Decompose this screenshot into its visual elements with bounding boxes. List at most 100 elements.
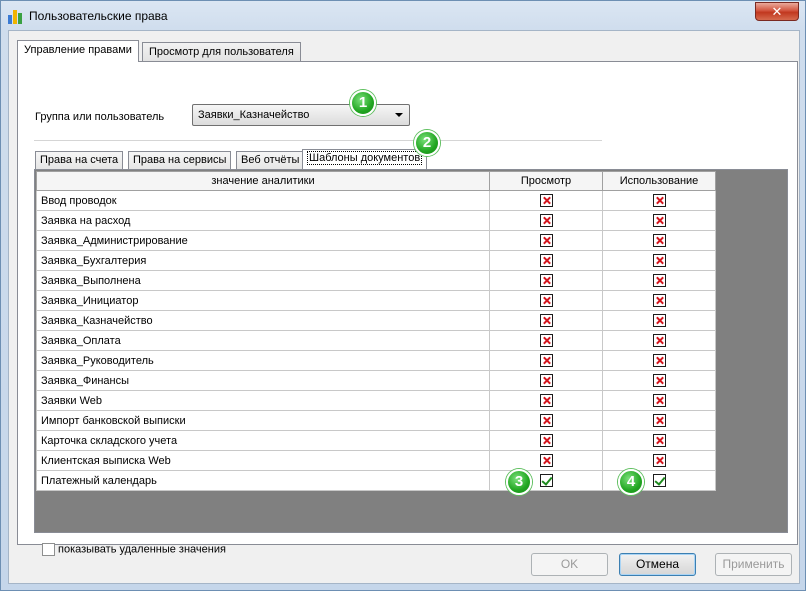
denied-cross-icon[interactable] bbox=[652, 274, 666, 287]
tab-web-reports[interactable]: Веб отчёты bbox=[236, 151, 305, 169]
view-permission-cell bbox=[489, 430, 603, 451]
denied-cross-icon[interactable] bbox=[652, 374, 666, 387]
denied-cross-icon[interactable] bbox=[652, 194, 666, 207]
table-row[interactable]: Импорт банковской выписки bbox=[36, 410, 716, 431]
view-permission-cell bbox=[489, 230, 603, 251]
allowed-check-icon[interactable] bbox=[652, 474, 666, 487]
denied-cross-icon[interactable] bbox=[539, 214, 553, 227]
denied-cross-icon[interactable] bbox=[539, 314, 553, 327]
group-selected-value: Заявки_Казначейство bbox=[198, 109, 310, 121]
use-permission-cell bbox=[602, 230, 716, 251]
denied-cross-icon[interactable] bbox=[652, 214, 666, 227]
view-permission-cell bbox=[489, 210, 603, 231]
denied-cross-icon[interactable] bbox=[539, 294, 553, 307]
tab-rights-management[interactable]: Управление правами bbox=[17, 40, 139, 62]
table-row[interactable]: Заявка_Финансы bbox=[36, 370, 716, 391]
row-name: Ввод проводок bbox=[36, 190, 490, 211]
denied-cross-icon[interactable] bbox=[652, 354, 666, 367]
table-row[interactable]: Платежный календарь bbox=[36, 470, 716, 491]
close-button[interactable]: ✕ bbox=[755, 2, 799, 21]
use-permission-cell bbox=[602, 250, 716, 271]
view-permission-cell bbox=[489, 310, 603, 331]
title-bar[interactable]: Пользовательские права ✕ bbox=[1, 1, 805, 31]
table-row[interactable]: Заявка_Бухгалтерия bbox=[36, 250, 716, 271]
use-permission-cell bbox=[602, 370, 716, 391]
use-permission-cell bbox=[602, 290, 716, 311]
row-name: Платежный календарь bbox=[36, 470, 490, 491]
group-user-select[interactable]: Заявки_Казначейство bbox=[192, 104, 410, 126]
denied-cross-icon[interactable] bbox=[652, 394, 666, 407]
view-permission-cell bbox=[489, 290, 603, 311]
use-permission-cell bbox=[602, 410, 716, 431]
window-title: Пользовательские права bbox=[29, 9, 168, 23]
denied-cross-icon[interactable] bbox=[539, 394, 553, 407]
cancel-button[interactable]: Отмена bbox=[619, 553, 696, 576]
show-deleted-checkbox[interactable] bbox=[42, 543, 55, 556]
denied-cross-icon[interactable] bbox=[539, 374, 553, 387]
allowed-check-icon[interactable] bbox=[539, 474, 553, 487]
table-row[interactable]: Заявка_Руководитель bbox=[36, 350, 716, 371]
denied-cross-icon[interactable] bbox=[652, 334, 666, 347]
denied-cross-icon[interactable] bbox=[539, 434, 553, 447]
table-row[interactable]: Клиентская выписка Web bbox=[36, 450, 716, 471]
callout-badge-2: 2 bbox=[414, 130, 440, 156]
view-permission-cell bbox=[489, 370, 603, 391]
denied-cross-icon[interactable] bbox=[539, 334, 553, 347]
denied-cross-icon[interactable] bbox=[652, 434, 666, 447]
row-name: Заявка_Финансы bbox=[36, 370, 490, 391]
column-header-usage[interactable]: Использование bbox=[602, 171, 716, 191]
dialog-client-area: Управление правами Просмотр для пользова… bbox=[8, 30, 800, 584]
tab-user-view[interactable]: Просмотр для пользователя bbox=[142, 42, 301, 61]
tab-document-templates[interactable]: Шаблоны документов bbox=[302, 149, 428, 169]
view-permission-cell bbox=[489, 350, 603, 371]
denied-cross-icon[interactable] bbox=[652, 294, 666, 307]
row-name: Заявка_Выполнена bbox=[36, 270, 490, 291]
table-row[interactable]: Заявка_Выполнена bbox=[36, 270, 716, 291]
separator-line bbox=[34, 140, 602, 141]
table-row[interactable]: Заявка_Оплата bbox=[36, 330, 716, 351]
row-name: Заявка_Казначейство bbox=[36, 310, 490, 331]
view-permission-cell bbox=[489, 390, 603, 411]
table-row[interactable]: Заявка_Администрирование bbox=[36, 230, 716, 251]
denied-cross-icon[interactable] bbox=[539, 254, 553, 267]
table-row[interactable]: Заявка_Казначейство bbox=[36, 310, 716, 331]
ok-button[interactable]: OK bbox=[531, 553, 608, 576]
denied-cross-icon[interactable] bbox=[652, 414, 666, 427]
denied-cross-icon[interactable] bbox=[652, 314, 666, 327]
use-permission-cell bbox=[602, 350, 716, 371]
use-permission-cell bbox=[602, 450, 716, 471]
row-name: Карточка складского учета bbox=[36, 430, 490, 451]
apply-button[interactable]: Применить bbox=[715, 553, 792, 576]
row-name: Импорт банковской выписки bbox=[36, 410, 490, 431]
tab-account-rights[interactable]: Права на счета bbox=[35, 151, 124, 169]
denied-cross-icon[interactable] bbox=[539, 274, 553, 287]
column-header-view[interactable]: Просмотр bbox=[489, 171, 603, 191]
denied-cross-icon[interactable] bbox=[652, 454, 666, 467]
denied-cross-icon[interactable] bbox=[539, 234, 553, 247]
use-permission-cell bbox=[602, 210, 716, 231]
table-row[interactable]: Заявка_Инициатор bbox=[36, 290, 716, 311]
callout-badge-3: 3 bbox=[506, 469, 532, 495]
denied-cross-icon[interactable] bbox=[539, 414, 553, 427]
rights-grid: значение аналитики Просмотр Использовани… bbox=[36, 171, 716, 491]
callout-badge-4: 4 bbox=[618, 469, 644, 495]
tab-document-templates-label: Шаблоны документов bbox=[307, 151, 423, 165]
show-deleted-option[interactable]: показывать удаленные значения bbox=[42, 543, 226, 556]
column-header-analytic-value[interactable]: значение аналитики bbox=[36, 171, 490, 191]
denied-cross-icon[interactable] bbox=[539, 354, 553, 367]
table-row[interactable]: Карточка складского учета bbox=[36, 430, 716, 451]
denied-cross-icon[interactable] bbox=[539, 194, 553, 207]
view-permission-cell bbox=[489, 190, 603, 211]
table-row[interactable]: Заявки Web bbox=[36, 390, 716, 411]
use-permission-cell bbox=[602, 430, 716, 451]
denied-cross-icon[interactable] bbox=[652, 234, 666, 247]
use-permission-cell bbox=[602, 190, 716, 211]
table-row[interactable]: Заявка на расход bbox=[36, 210, 716, 231]
denied-cross-icon[interactable] bbox=[539, 454, 553, 467]
row-name: Заявка_Оплата bbox=[36, 330, 490, 351]
denied-cross-icon[interactable] bbox=[652, 254, 666, 267]
dialog-window: Пользовательские права ✕ Управление прав… bbox=[0, 0, 806, 591]
tab-service-rights[interactable]: Права на сервисы bbox=[128, 151, 232, 169]
view-permission-cell bbox=[489, 330, 603, 351]
table-row[interactable]: Ввод проводок bbox=[36, 190, 716, 211]
